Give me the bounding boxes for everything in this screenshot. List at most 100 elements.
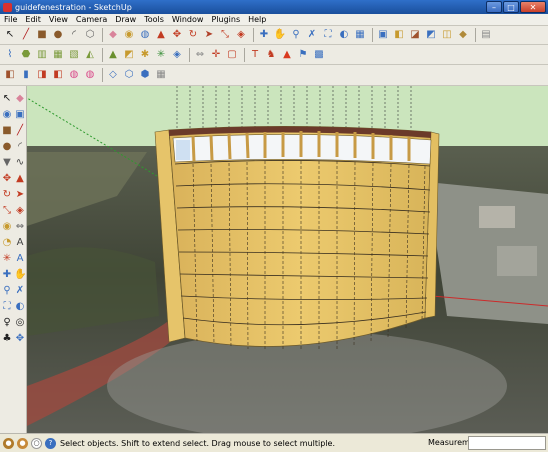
- credits-icon[interactable]: ●: [17, 437, 28, 449]
- follow-me-icon[interactable]: ➤: [202, 28, 216, 42]
- pan-icon[interactable]: ✋: [273, 28, 287, 42]
- help-icon[interactable]: ?: [45, 437, 56, 449]
- zoom-icon[interactable]: ⚲: [289, 28, 303, 42]
- look-around-tool-icon[interactable]: ◎: [14, 316, 26, 329]
- dimension-tool-icon[interactable]: ⇔: [14, 220, 26, 233]
- previous-view-icon[interactable]: ◐: [337, 28, 351, 42]
- sandbox-stamp-icon[interactable]: ⬣: [19, 48, 33, 62]
- orbit-icon[interactable]: ✚: [257, 28, 271, 42]
- sandbox-grid-icon[interactable]: ▦: [51, 48, 65, 62]
- push-pull-tool-icon[interactable]: ▲: [14, 172, 26, 185]
- sandbox-flip-icon[interactable]: ◭: [83, 48, 97, 62]
- rotate-icon[interactable]: ↻: [186, 28, 200, 42]
- viewport-scene[interactable]: [27, 86, 548, 433]
- move-tool-icon[interactable]: ✥: [1, 172, 13, 185]
- geo-location-icon[interactable]: ●: [3, 437, 14, 449]
- position-camera-tool-icon[interactable]: ♀: [1, 316, 13, 329]
- pencil-icon[interactable]: ╱: [19, 28, 33, 42]
- eraser-icon[interactable]: ◆: [106, 28, 120, 42]
- layers-icon[interactable]: ◫: [440, 28, 454, 42]
- paint-tool-icon[interactable]: ◉: [1, 108, 13, 121]
- text-icon[interactable]: T: [248, 48, 262, 62]
- eraser-tool-icon[interactable]: ◆: [14, 92, 26, 105]
- section-tool-icon[interactable]: ✥: [14, 332, 26, 345]
- shaded-icon[interactable]: ▦: [154, 68, 168, 82]
- user-icon[interactable]: ○: [31, 437, 42, 449]
- xray-icon[interactable]: ◇: [106, 68, 120, 82]
- 3d-text-tool-icon[interactable]: A: [14, 252, 26, 265]
- push-pull-icon[interactable]: ▲: [154, 28, 168, 42]
- components-icon[interactable]: ◧: [392, 28, 406, 42]
- line-tool-icon[interactable]: ╱: [14, 124, 26, 137]
- maximize-button[interactable]: □: [503, 1, 519, 13]
- terrain-icon[interactable]: ▲: [106, 48, 120, 62]
- menu-view[interactable]: View: [45, 15, 72, 24]
- extension-icon[interactable]: ◆: [456, 28, 470, 42]
- hidden-line-icon[interactable]: ⬢: [138, 68, 152, 82]
- wireframe-icon[interactable]: ⬡: [122, 68, 136, 82]
- menu-window[interactable]: Window: [168, 15, 208, 24]
- model-viewport[interactable]: [27, 86, 548, 433]
- arc-tool-icon[interactable]: ◜: [14, 140, 26, 153]
- zoom-tool-icon[interactable]: ⚲: [1, 284, 13, 297]
- menu-plugins[interactable]: Plugins: [207, 15, 244, 24]
- polygon-icon[interactable]: ⬡: [83, 28, 97, 42]
- texture-icon[interactable]: ◈: [170, 48, 184, 62]
- close-button[interactable]: ✕: [520, 1, 546, 13]
- offset-tool-icon[interactable]: ◈: [14, 204, 26, 217]
- zoom-window-tool-icon[interactable]: ✗: [14, 284, 26, 297]
- menu-help[interactable]: Help: [244, 15, 270, 24]
- right-view-icon[interactable]: ◧: [51, 68, 65, 82]
- back-view-icon[interactable]: ◍: [67, 68, 81, 82]
- iso-view-icon[interactable]: ◧: [3, 68, 17, 82]
- get-models-icon[interactable]: ▦: [353, 28, 367, 42]
- preview-icon[interactable]: ▤: [479, 28, 493, 42]
- section-display-icon[interactable]: ✳: [154, 48, 168, 62]
- text-tool-icon[interactable]: A: [14, 236, 26, 249]
- sandbox-drape-icon[interactable]: ▥: [35, 48, 49, 62]
- make-component-icon[interactable]: ▣: [14, 108, 26, 121]
- menu-camera[interactable]: Camera: [72, 15, 111, 24]
- arc-icon[interactable]: ◜: [67, 28, 81, 42]
- top-view-icon[interactable]: ▮: [19, 68, 33, 82]
- geo-location-icon[interactable]: ⚑: [296, 48, 310, 62]
- group-icon[interactable]: ▢: [225, 48, 239, 62]
- measurements-field[interactable]: [468, 436, 546, 450]
- left-view-icon[interactable]: ◍: [83, 68, 97, 82]
- front-view-icon[interactable]: ◨: [35, 68, 49, 82]
- materials-icon[interactable]: ◪: [408, 28, 422, 42]
- rotate-tool-icon[interactable]: ↻: [1, 188, 13, 201]
- tape-tool-icon[interactable]: ◉: [1, 220, 13, 233]
- section-plane-icon[interactable]: ◩: [122, 48, 136, 62]
- freehand-tool-icon[interactable]: ∿: [14, 156, 26, 169]
- menu-draw[interactable]: Draw: [111, 15, 140, 24]
- protractor-tool-icon[interactable]: ◔: [1, 236, 13, 249]
- previous-tool-icon[interactable]: ◐: [14, 300, 26, 313]
- section-cut-icon[interactable]: ✱: [138, 48, 152, 62]
- rectangle-icon[interactable]: ■: [35, 28, 49, 42]
- scale-icon[interactable]: ⤡: [218, 28, 232, 42]
- rectangle-tool-icon[interactable]: ■: [1, 124, 13, 137]
- axes-icon[interactable]: ✛: [209, 48, 223, 62]
- select-icon[interactable]: ↖: [3, 28, 17, 42]
- circle-icon[interactable]: ●: [51, 28, 65, 42]
- polygon-tool-icon[interactable]: ▼: [1, 156, 13, 169]
- orbit-tool-icon[interactable]: ✚: [1, 268, 13, 281]
- circle-tool-icon[interactable]: ●: [1, 140, 13, 153]
- sandbox-smoove-icon[interactable]: ⌇: [3, 48, 17, 62]
- photo-texture-icon[interactable]: ▩: [312, 48, 326, 62]
- move-icon[interactable]: ✥: [170, 28, 184, 42]
- sandbox-detail-icon[interactable]: ▧: [67, 48, 81, 62]
- share-model-icon[interactable]: ▣: [376, 28, 390, 42]
- menu-edit[interactable]: Edit: [21, 15, 45, 24]
- paint-bucket-icon[interactable]: ◍: [138, 28, 152, 42]
- minimize-button[interactable]: –: [486, 1, 502, 13]
- zoom-window-icon[interactable]: ✗: [305, 28, 319, 42]
- zoom-extents-icon[interactable]: ⛶: [321, 28, 335, 42]
- select-tool-icon[interactable]: ↖: [1, 92, 13, 105]
- curved-building[interactable]: [154, 126, 440, 351]
- follow-me-tool-icon[interactable]: ➤: [14, 188, 26, 201]
- styles-icon[interactable]: ◩: [424, 28, 438, 42]
- menu-file[interactable]: File: [0, 15, 21, 24]
- zoom-extents-tool-icon[interactable]: ⛶: [1, 300, 13, 313]
